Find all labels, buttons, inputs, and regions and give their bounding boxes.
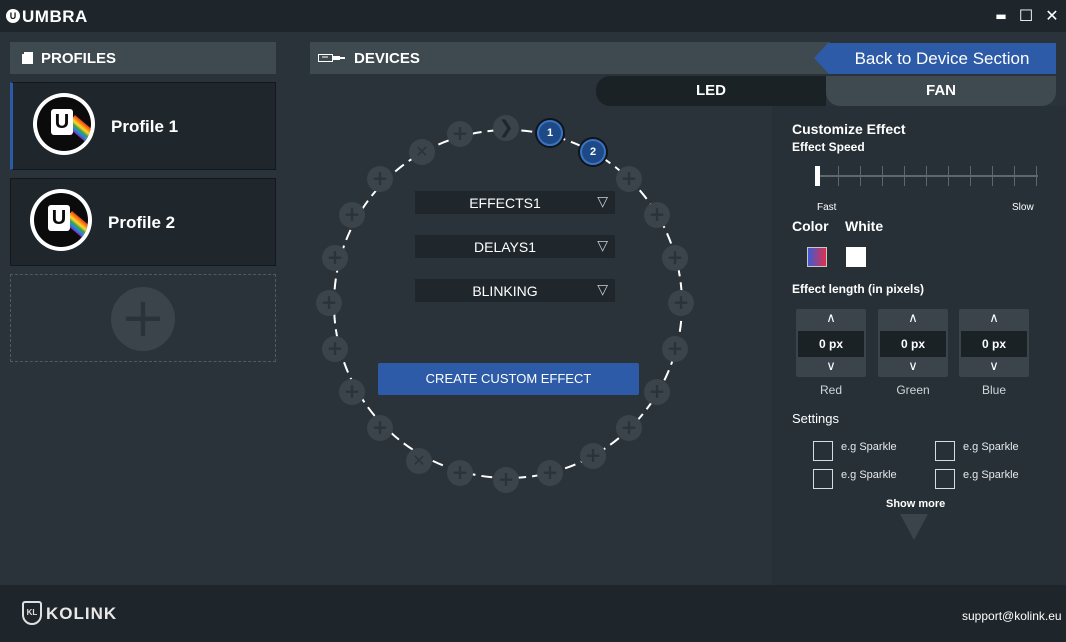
chevron-down-icon[interactable]: ∨ bbox=[959, 358, 1029, 376]
chevron-up-icon[interactable]: ∧ bbox=[796, 310, 866, 328]
led-slot-add[interactable]: + bbox=[616, 166, 642, 192]
support-email-link[interactable]: support@kolink.eu bbox=[962, 609, 1062, 623]
checkbox-label: e.g Sparkle bbox=[841, 441, 897, 453]
led-slot-add[interactable]: + bbox=[644, 202, 670, 228]
led-slot-add[interactable]: + bbox=[644, 379, 670, 405]
dropdown-value: DELAYS1 bbox=[474, 239, 536, 255]
kolink-shield-icon: KL bbox=[22, 601, 42, 625]
sparkle-checkbox[interactable] bbox=[813, 441, 833, 461]
sparkle-checkbox[interactable] bbox=[935, 441, 955, 461]
settings-label: Settings bbox=[792, 411, 839, 426]
led-slot-selected-2[interactable]: 2 bbox=[580, 139, 606, 165]
chevron-right-icon[interactable]: ❯ bbox=[493, 115, 519, 141]
led-slot-add[interactable]: + bbox=[668, 290, 694, 316]
chevron-down-icon: ▽ bbox=[597, 194, 608, 210]
led-slot-remove-icon[interactable]: ✕ bbox=[406, 448, 432, 474]
delays-dropdown[interactable]: DELAYS1 ▽ bbox=[415, 235, 615, 258]
led-slot-add[interactable]: + bbox=[316, 290, 342, 316]
sparkle-checkbox[interactable] bbox=[935, 469, 955, 489]
blue-value[interactable]: 0 px bbox=[961, 331, 1027, 357]
dropdown-value: EFFECTS1 bbox=[469, 195, 541, 211]
chevron-down-icon: ▽ bbox=[597, 282, 608, 298]
white-swatch[interactable] bbox=[846, 247, 866, 267]
speed-slider-thumb[interactable] bbox=[815, 166, 820, 186]
led-slot-add[interactable]: + bbox=[537, 460, 563, 486]
red-caption: Red bbox=[819, 383, 842, 397]
footer-brand: KOLINK bbox=[46, 604, 118, 623]
effects-dropdown[interactable]: EFFECTS1 ▽ bbox=[415, 191, 615, 214]
color-swatch[interactable] bbox=[807, 247, 827, 267]
chevron-down-icon: ▽ bbox=[597, 238, 608, 254]
customize-title: Customize Effect bbox=[792, 121, 906, 137]
color-label: Color bbox=[792, 218, 829, 234]
led-slot-add[interactable]: + bbox=[339, 379, 365, 405]
chevron-down-icon[interactable]: ∨ bbox=[878, 358, 948, 376]
led-slot-add[interactable]: + bbox=[662, 336, 688, 362]
led-slot-add[interactable]: + bbox=[662, 245, 688, 271]
show-more-link[interactable]: Show more bbox=[886, 498, 945, 510]
led-slot-add[interactable]: + bbox=[367, 415, 393, 441]
footer bbox=[0, 585, 1066, 642]
white-label: White bbox=[845, 218, 884, 234]
checkbox-label: e.g Sparkle bbox=[963, 441, 1019, 453]
effect-speed-label: Effect Speed bbox=[792, 140, 865, 154]
led-slot-add[interactable]: + bbox=[447, 460, 473, 486]
fast-label: Fast bbox=[817, 202, 837, 213]
chevron-up-icon[interactable]: ∧ bbox=[959, 310, 1029, 328]
red-stepper: ∧ 0 px ∨ bbox=[796, 309, 866, 377]
green-value[interactable]: 0 px bbox=[880, 331, 946, 357]
chevron-down-icon[interactable]: ∨ bbox=[796, 358, 866, 376]
dropdown-value: BLINKING bbox=[472, 283, 538, 299]
led-slot-add[interactable]: + bbox=[322, 336, 348, 362]
led-slot-selected-1[interactable]: 1 bbox=[537, 120, 563, 146]
led-slot-add[interactable]: + bbox=[447, 121, 473, 147]
speed-slider-track[interactable] bbox=[816, 175, 1038, 177]
red-value[interactable]: 0 px bbox=[798, 331, 864, 357]
blue-stepper: ∧ 0 px ∨ bbox=[959, 309, 1029, 377]
green-stepper: ∧ 0 px ∨ bbox=[878, 309, 948, 377]
led-slot-add[interactable]: + bbox=[493, 467, 519, 493]
led-slot-add[interactable]: + bbox=[322, 245, 348, 271]
mode-dropdown[interactable]: BLINKING ▽ bbox=[415, 279, 615, 302]
create-custom-effect-button[interactable]: CREATE CUSTOM EFFECT bbox=[378, 363, 639, 395]
led-slot-add[interactable]: + bbox=[580, 443, 606, 469]
green-caption: Green bbox=[896, 383, 930, 397]
slow-label: Slow bbox=[1012, 202, 1034, 213]
checkbox-label: e.g Sparkle bbox=[963, 469, 1019, 481]
sparkle-checkbox[interactable] bbox=[813, 469, 833, 489]
checkbox-label: e.g Sparkle bbox=[841, 469, 897, 481]
blue-caption: Blue bbox=[981, 383, 1007, 397]
effect-length-label: Effect length (in pixels) bbox=[792, 282, 925, 296]
expand-triangle-icon[interactable] bbox=[900, 514, 928, 540]
led-slot-add[interactable]: + bbox=[616, 415, 642, 441]
led-slot-add[interactable]: + bbox=[339, 202, 365, 228]
led-slot-add[interactable]: + bbox=[367, 166, 393, 192]
chevron-up-icon[interactable]: ∧ bbox=[878, 310, 948, 328]
led-slot-remove-icon[interactable]: ✕ bbox=[409, 139, 435, 165]
